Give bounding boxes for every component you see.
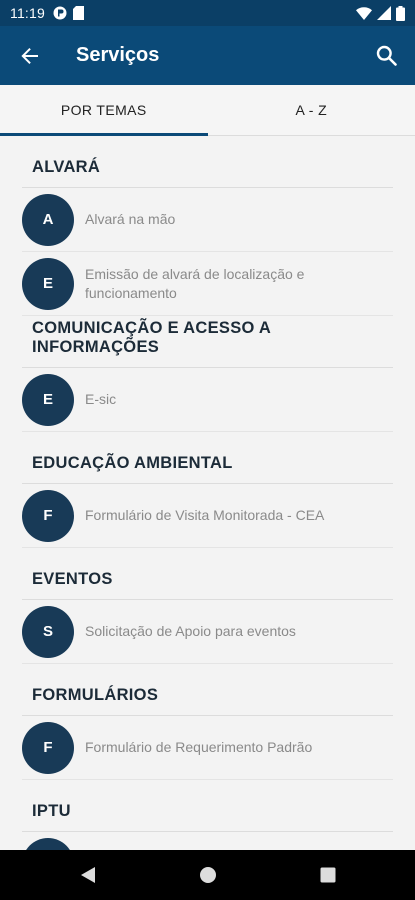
- search-icon: [376, 45, 397, 66]
- avatar: [22, 837, 74, 850]
- triangle-back-icon: [80, 867, 95, 883]
- service-item[interactable]: F Formulário de Requerimento Padrão: [22, 716, 393, 780]
- service-item[interactable]: F Formulário de Visita Monitorada - CEA: [22, 484, 393, 548]
- avatar: S: [22, 605, 74, 658]
- section-header-formularios: FORMULÁRIOS: [22, 664, 393, 716]
- avatar: F: [22, 721, 74, 774]
- search-button[interactable]: [357, 26, 415, 85]
- service-label: E-sic: [85, 391, 117, 407]
- nav-recents-button[interactable]: [268, 850, 388, 900]
- square-recents-icon: [320, 867, 335, 883]
- wifi-icon: [356, 6, 372, 20]
- signal-icon: [377, 6, 391, 20]
- avatar: F: [22, 489, 74, 542]
- page-title: Serviços: [76, 44, 160, 66]
- section-header-alvara: ALVARÁ: [22, 136, 393, 188]
- section-header-comunicacao: COMUNICAÇÃO E ACESSO A INFORMAÇÕES: [22, 316, 393, 368]
- nav-home-button[interactable]: [148, 850, 268, 900]
- tab-a-z[interactable]: A - Z: [208, 85, 415, 135]
- battery-icon: [396, 5, 405, 21]
- service-item[interactable]: E Emissão de alvará de localização e fun…: [22, 252, 393, 316]
- service-item[interactable]: E E-sic: [22, 368, 393, 432]
- service-label: Formulário de Visita Monitorada - CEA: [85, 507, 325, 523]
- status-notification-icons: [53, 6, 84, 20]
- section-header-educacao-ambiental: EDUCAÇÃO AMBIENTAL: [22, 432, 393, 484]
- arrow-left-icon: [21, 47, 38, 64]
- sd-card-icon: [73, 6, 84, 20]
- status-time: 11:19: [10, 5, 45, 21]
- tab-por-temas[interactable]: POR TEMAS: [0, 85, 208, 136]
- service-label: Formulário de Requerimento Padrão: [85, 739, 313, 755]
- avatar: E: [22, 373, 74, 426]
- services-list[interactable]: ALVARÁ A Alvará na mão E Emissão de alva…: [0, 136, 415, 850]
- system-nav-bar: [0, 850, 415, 900]
- service-label: Alvará na mão: [85, 211, 176, 227]
- app-notification-icon: [53, 6, 67, 20]
- back-button[interactable]: [0, 26, 60, 85]
- status-bar: 11:19: [0, 0, 415, 26]
- status-system-icons: [356, 5, 405, 21]
- tab-bar: POR TEMAS A - Z: [0, 85, 415, 136]
- avatar: E: [22, 257, 74, 310]
- service-label: Solicitação de Apoio para eventos: [85, 623, 296, 639]
- service-item[interactable]: S Solicitação de Apoio para eventos: [22, 600, 393, 664]
- nav-back-button[interactable]: [28, 850, 148, 900]
- circle-home-icon: [199, 867, 216, 883]
- service-item[interactable]: [22, 832, 393, 850]
- app-bar: Serviços: [0, 26, 415, 85]
- section-header-eventos: EVENTOS: [22, 548, 393, 600]
- service-label: Emissão de alvará de localização e funci…: [85, 265, 305, 301]
- service-item[interactable]: A Alvará na mão: [22, 188, 393, 252]
- avatar: A: [22, 193, 74, 246]
- section-header-iptu: IPTU: [22, 780, 393, 832]
